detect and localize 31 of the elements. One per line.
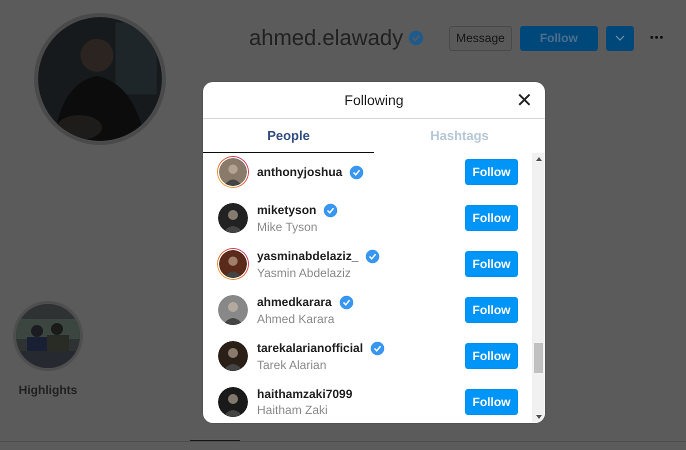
account-username[interactable]: miketyson: [257, 203, 316, 217]
follow-button[interactable]: Follow: [465, 205, 518, 231]
account-full-name: Ahmed Karara: [257, 312, 336, 326]
dialog-title: Following: [344, 92, 404, 108]
follow-button[interactable]: Follow: [465, 297, 518, 323]
follow-button[interactable]: Follow: [465, 251, 518, 277]
account-full-name: Haitham Zaki: [257, 403, 329, 417]
account-username[interactable]: anthonyjoshua: [257, 165, 342, 179]
account-full-name: Tarek Alarian: [257, 358, 328, 372]
highlight-title[interactable]: Highlights: [18, 383, 78, 397]
scrollbar-thumb[interactable]: [534, 343, 543, 373]
account-full-name: Yasmin Abdelaziz: [257, 266, 352, 280]
follow-button[interactable]: Follow: [520, 26, 598, 50]
scrollbar[interactable]: [532, 153, 545, 423]
account-username[interactable]: haithamzaki7099: [257, 387, 352, 401]
account-full-name: Mike Tyson: [257, 220, 318, 234]
follow-button[interactable]: Follow: [465, 159, 518, 185]
story-ring[interactable]: [217, 156, 249, 188]
username: ahmed.elawady: [249, 25, 404, 51]
follow-button[interactable]: Follow: [465, 343, 518, 369]
account-username[interactable]: ahmedkarara: [257, 295, 332, 309]
scroll-down-icon[interactable]: [536, 415, 542, 419]
caret-icon: [614, 35, 625, 41]
follow-button[interactable]: Follow: [465, 389, 518, 415]
account-username[interactable]: tarekalarianofficial: [257, 341, 364, 355]
message-button[interactable]: Message: [449, 26, 512, 50]
more-icon[interactable]: •••: [650, 32, 664, 44]
close-icon[interactable]: ✕: [516, 88, 533, 113]
story-ring[interactable]: [217, 248, 249, 280]
scroll-up-icon[interactable]: [536, 157, 542, 161]
account-username[interactable]: yasminabdelaziz_: [257, 249, 358, 263]
